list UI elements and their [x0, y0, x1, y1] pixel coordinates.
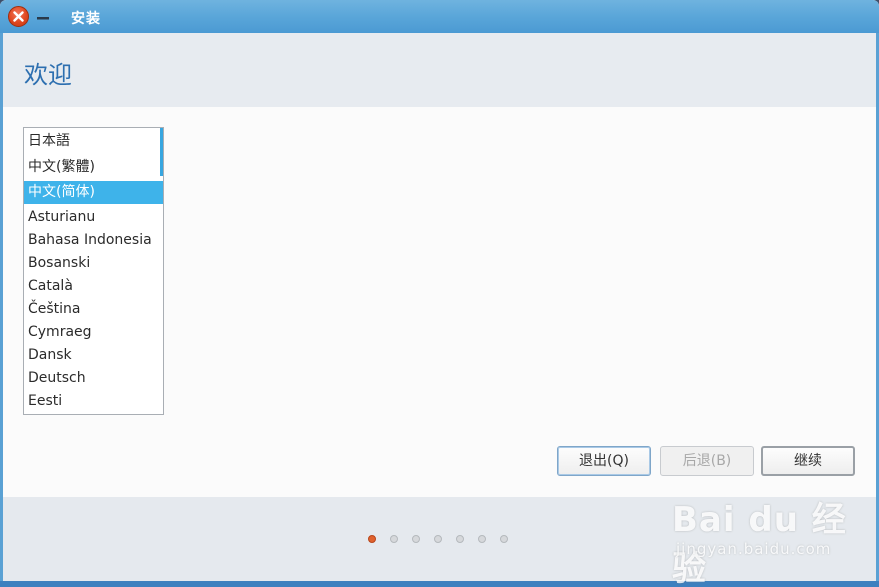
- list-item-dansk[interactable]: Dansk: [24, 344, 163, 367]
- list-item-bosanski[interactable]: Bosanski: [24, 252, 163, 275]
- window-title: 安装: [71, 11, 101, 27]
- progress-dot-4: [434, 535, 442, 543]
- minimize-icon[interactable]: [36, 10, 50, 24]
- list-item-eesti[interactable]: Eesti: [24, 390, 163, 413]
- quit-button[interactable]: 退出(Q): [557, 446, 651, 476]
- list-item-bahasa-indonesia[interactable]: Bahasa Indonesia: [24, 229, 163, 252]
- scrollbar-indicator[interactable]: [160, 128, 163, 176]
- page-header: 欢迎: [3, 33, 876, 107]
- progress-dot-2: [390, 535, 398, 543]
- list-item-ja[interactable]: 日本語: [24, 130, 163, 153]
- progress-dot-1-active: [368, 535, 376, 543]
- language-list[interactable]: 日本語 中文(繁體) 中文(简体) Asturianu Bahasa Indon…: [23, 127, 164, 415]
- list-item-cymraeg[interactable]: Cymraeg: [24, 321, 163, 344]
- list-item-deutsch[interactable]: Deutsch: [24, 367, 163, 390]
- installer-window: 安装 欢迎 日本語 中文(繁體) 中文(简体) Asturianu Bahasa…: [0, 0, 879, 587]
- progress-dot-7: [500, 535, 508, 543]
- list-item-cestina[interactable]: Čeština: [24, 298, 163, 321]
- watermark-url: jingyan.baidu.com: [676, 540, 832, 558]
- list-item-asturianu[interactable]: Asturianu: [24, 206, 163, 229]
- list-item-zh-hans-selected[interactable]: 中文(简体): [24, 181, 163, 204]
- continue-button[interactable]: 继续: [761, 446, 855, 476]
- page-title: 欢迎: [24, 61, 72, 89]
- baidu-watermark: Bai du 经验 jingyan.baidu.com: [672, 492, 872, 587]
- progress-dot-3: [412, 535, 420, 543]
- main-content: 日本語 中文(繁體) 中文(简体) Asturianu Bahasa Indon…: [3, 107, 876, 497]
- progress-dot-5: [456, 535, 464, 543]
- close-icon[interactable]: [8, 6, 29, 27]
- list-item-zh-hant[interactable]: 中文(繁體): [24, 156, 163, 179]
- progress-dot-6: [478, 535, 486, 543]
- back-button[interactable]: 后退(B): [660, 446, 754, 476]
- title-bar[interactable]: 安装: [0, 0, 879, 33]
- list-item-catala[interactable]: Català: [24, 275, 163, 298]
